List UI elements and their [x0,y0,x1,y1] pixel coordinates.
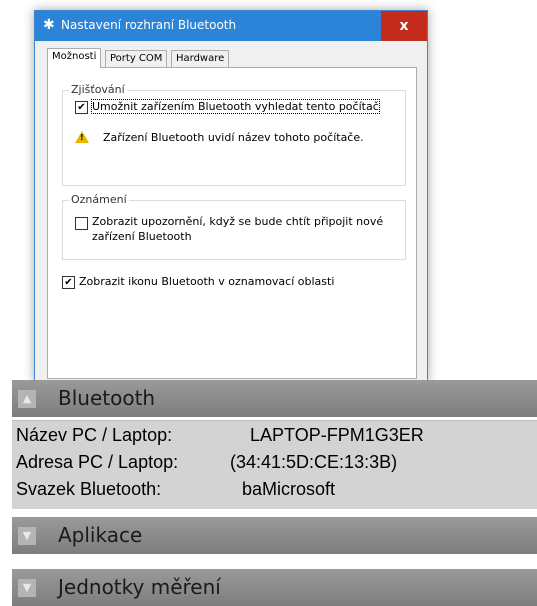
section-apps-title: Aplikace [58,523,143,547]
discovery-warning-text: Zařízení Bluetooth uvidí název tohoto po… [103,131,364,144]
notify-new-device-label-line2[interactable]: zařízení Bluetooth [92,230,192,243]
pc-name-label: Název PC / Laptop: [16,425,173,445]
close-button[interactable]: x [381,11,427,41]
tab-options[interactable]: Možnosti [47,48,102,68]
warning-icon: ! [75,131,89,143]
bluetooth-icon: ✱ [43,17,55,33]
tab-hardware[interactable]: Hardware [171,50,230,67]
tray-icon-checkbox[interactable]: ✔ [62,276,75,289]
notifications-group: Oznámení Zobrazit upozornění, když se bu… [62,193,406,260]
pc-name-value: LAPTOP-FPM1G3ER [250,425,424,445]
pc-address-label: Adresa PC / Laptop: [16,452,179,472]
tab-com-ports[interactable]: Porty COM [105,50,168,67]
bt-stack-value: baMicrosoft [242,479,336,499]
options-tab-panel: Zjišťování ✔ Umožnit zařízením Bluetooth… [47,67,417,379]
notify-new-device-checkbox[interactable] [75,217,88,230]
section-apps-header[interactable]: ▼ Aplikace [12,517,537,554]
section-bluetooth-title: Bluetooth [58,386,156,410]
allow-discovery-label[interactable]: Umožnit zařízením Bluetooth vyhledat ten… [91,99,380,114]
expand-icon[interactable]: ▼ [18,527,36,545]
section-bluetooth-header[interactable]: ▲ Bluetooth [12,380,537,417]
notify-new-device-label-line1[interactable]: Zobrazit upozornění, když se bude chtít … [92,215,383,228]
tray-icon-label[interactable]: Zobrazit ikonu Bluetooth v oznamovací ob… [79,275,334,288]
discovery-group-title: Zjišťování [69,83,127,96]
expand-icon[interactable]: ▼ [18,579,36,597]
bluetooth-settings-dialog: ✱ Nastavení rozhraní Bluetooth x Možnost… [34,10,428,382]
bluetooth-details: Název PC / Laptop: LAPTOP-FPM1G3ER Adres… [12,420,537,509]
dialog-title: Nastavení rozhraní Bluetooth [61,18,237,32]
discovery-group: Zjišťování ✔ Umožnit zařízením Bluetooth… [62,83,406,186]
bt-stack-label: Svazek Bluetooth: [16,479,162,499]
section-units-title: Jednotky měření [58,575,221,599]
pc-address-value: (34:41:5D:CE:13:3B) [230,452,398,472]
dialog-titlebar[interactable]: ✱ Nastavení rozhraní Bluetooth x [35,11,427,41]
allow-discovery-checkbox[interactable]: ✔ [75,101,88,114]
section-units-header[interactable]: ▼ Jednotky měření [12,569,537,606]
notifications-group-title: Oznámení [69,193,129,206]
collapse-icon[interactable]: ▲ [18,390,36,408]
